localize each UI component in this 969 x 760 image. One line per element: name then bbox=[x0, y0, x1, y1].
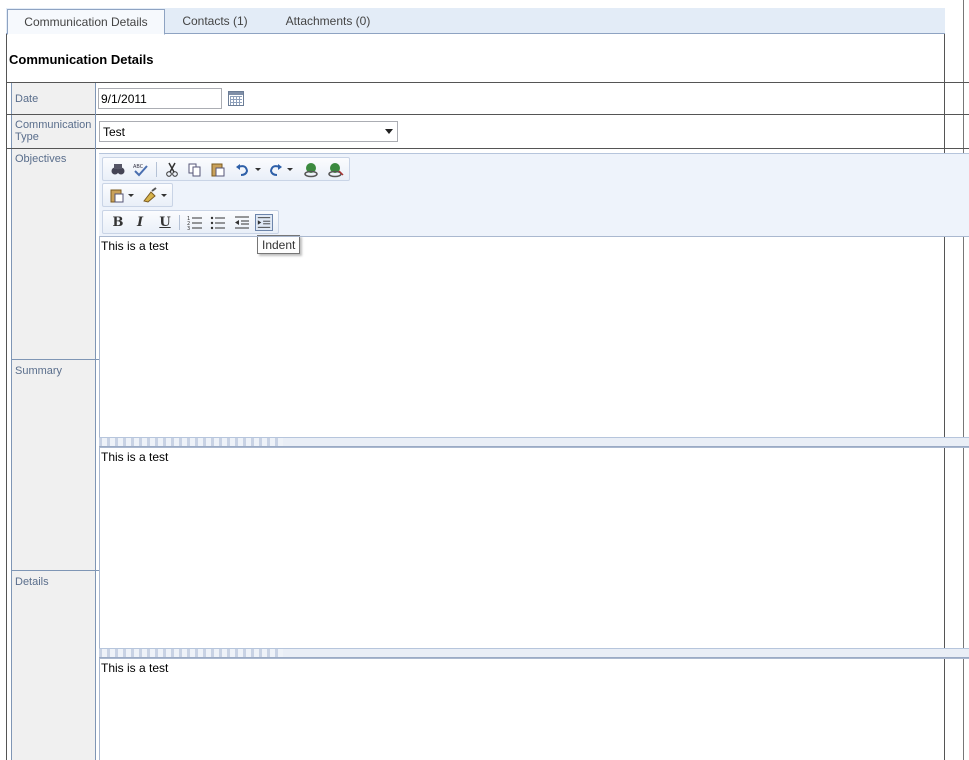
date-input[interactable] bbox=[98, 88, 222, 109]
toolbar-row-2 bbox=[102, 183, 173, 207]
find-icon[interactable] bbox=[109, 161, 127, 178]
label-column-border bbox=[95, 83, 96, 760]
format-stripper-dropdown-icon[interactable] bbox=[161, 194, 167, 197]
calendar-icon[interactable] bbox=[228, 91, 244, 106]
details-text: This is a test bbox=[101, 661, 169, 675]
indent-icon[interactable] bbox=[255, 214, 273, 231]
paste-options-icon[interactable] bbox=[108, 187, 126, 204]
spellcheck-icon[interactable]: ABC bbox=[132, 161, 150, 178]
editor-toolbar: ABC B I U 123 bbox=[99, 153, 969, 236]
row-divider bbox=[6, 148, 969, 149]
summary-editor-statusbar bbox=[99, 648, 969, 658]
tab-communication-details[interactable]: Communication Details bbox=[7, 9, 165, 35]
objectives-editor[interactable]: This is a test bbox=[99, 236, 969, 437]
italic-button[interactable]: I bbox=[131, 214, 149, 231]
undo-icon[interactable] bbox=[234, 161, 252, 178]
summary-text: This is a test bbox=[101, 450, 169, 464]
toolbar-row-1: ABC bbox=[102, 157, 350, 181]
paste-icon[interactable] bbox=[209, 161, 227, 178]
redo-icon[interactable] bbox=[266, 161, 284, 178]
objectives-text: This is a test bbox=[101, 239, 169, 253]
form-top-border bbox=[6, 82, 969, 83]
ordered-list-icon[interactable]: 123 bbox=[186, 214, 204, 231]
panel-title: Communication Details bbox=[9, 52, 154, 67]
communication-type-select[interactable]: Test bbox=[99, 121, 398, 142]
details-label: Details bbox=[11, 571, 96, 760]
objectives-label: Objectives bbox=[11, 149, 96, 360]
link-icon[interactable] bbox=[302, 161, 320, 178]
tab-attachments[interactable]: Attachments (0) bbox=[268, 9, 388, 34]
communication-type-value: Test bbox=[103, 125, 126, 139]
redo-dropdown-icon[interactable] bbox=[287, 168, 293, 171]
bold-button[interactable]: B bbox=[109, 214, 127, 231]
details-editor[interactable]: This is a test bbox=[99, 658, 969, 760]
tab-strip: Communication Details Contacts (1) Attac… bbox=[6, 8, 945, 35]
copy-icon[interactable] bbox=[186, 161, 204, 178]
date-label: Date bbox=[11, 83, 96, 114]
cut-icon[interactable] bbox=[163, 161, 181, 178]
svg-text:ABC: ABC bbox=[133, 164, 144, 170]
svg-text:3: 3 bbox=[187, 226, 190, 231]
format-stripper-icon[interactable] bbox=[141, 187, 159, 204]
paste-options-dropdown-icon[interactable] bbox=[128, 194, 134, 197]
tab-contacts[interactable]: Contacts (1) bbox=[170, 9, 260, 34]
underline-button[interactable]: U bbox=[156, 214, 174, 231]
toolbar-row-3: B I U 123 bbox=[102, 210, 279, 234]
row-divider bbox=[6, 114, 969, 115]
summary-editor[interactable]: This is a test bbox=[99, 447, 969, 648]
undo-dropdown-icon[interactable] bbox=[255, 168, 261, 171]
chevron-down-icon bbox=[385, 129, 393, 134]
summary-label: Summary bbox=[11, 360, 96, 571]
unordered-list-icon[interactable] bbox=[209, 214, 227, 231]
unlink-icon[interactable] bbox=[326, 161, 344, 178]
communication-type-label: Communication Type bbox=[11, 115, 96, 148]
outdent-icon[interactable] bbox=[233, 214, 251, 231]
objectives-editor-statusbar bbox=[99, 437, 969, 447]
